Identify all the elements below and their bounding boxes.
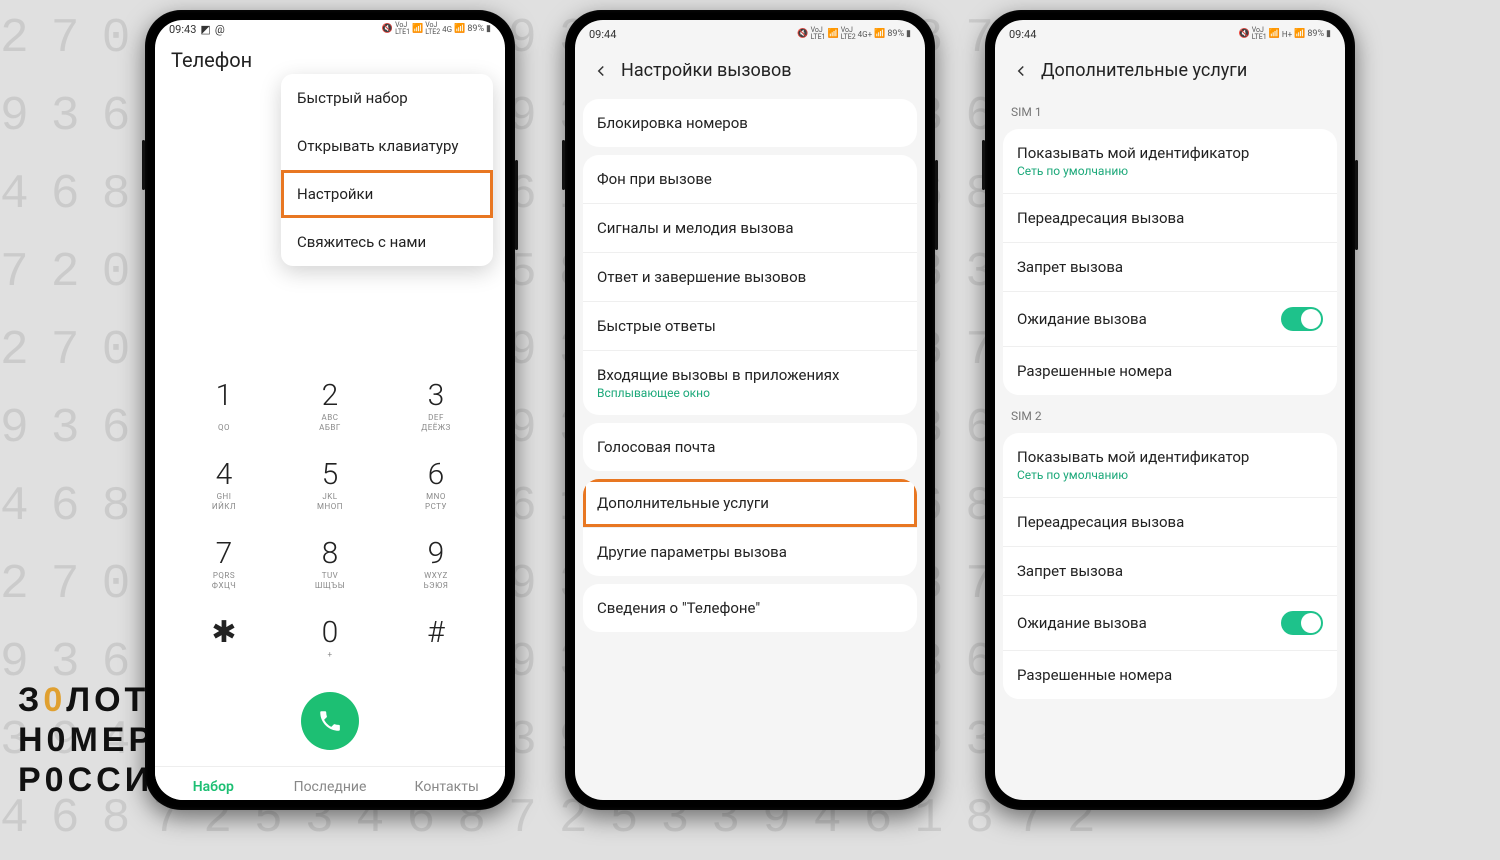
battery-icon: ▮ — [1326, 29, 1331, 39]
key-3[interactable]: 3DEFДЕЁЖЗ — [383, 372, 489, 443]
row-caller-id-sim2[interactable]: Показывать мой идентификаторСеть по умол… — [1003, 433, 1337, 497]
signal2-icon: 📶 — [454, 24, 465, 34]
page-header: Дополнительные услуги — [995, 46, 1345, 95]
row-waiting-sim1[interactable]: Ожидание вызова — [1003, 291, 1337, 346]
row-forwarding-sim1[interactable]: Переадресация вызова — [1003, 193, 1337, 242]
page-header: Настройки вызовов — [575, 46, 925, 95]
row-fixed-sim1[interactable]: Разрешенные номера — [1003, 346, 1337, 395]
row-other-call-settings[interactable]: Другие параметры вызова — [583, 527, 917, 576]
status-time: 09:44 — [1009, 28, 1036, 41]
key-4[interactable]: 4GHIИЙКЛ — [171, 451, 277, 522]
signal-icon: 📶 — [1269, 29, 1280, 39]
sim1-label: SIM 1 — [995, 95, 1345, 125]
row-barring-sim1[interactable]: Запрет вызова — [1003, 242, 1337, 291]
mute-icon: 🔇 — [1239, 29, 1250, 39]
row-supplementary-services[interactable]: Дополнительные услуги — [583, 479, 917, 527]
mute-icon: 🔇 — [797, 29, 808, 39]
bottom-tabs: Набор Последние Контакты — [155, 766, 505, 800]
menu-contact-us[interactable]: Свяжитесь с нами — [281, 218, 493, 266]
row-ringtone[interactable]: Сигналы и мелодия вызова — [583, 203, 917, 252]
chevron-left-icon — [592, 62, 610, 80]
signal-icon: 📶 — [827, 29, 838, 39]
page-title: Настройки вызовов — [621, 60, 792, 81]
phone-mockup-3: 09:44 🔇 VoJLTE1 📶 H+ 📶 89% ▮ Дополнитель… — [985, 10, 1355, 810]
phone-mockup-1: 09:43 ◩ @ 🔇 VoJLTE1 📶 VoJLTE2 4G 📶 89% ▮… — [145, 10, 515, 810]
row-answer-end[interactable]: Ответ и завершение вызовов — [583, 252, 917, 301]
page-title: Дополнительные услуги — [1041, 60, 1247, 81]
signal-icon: 📶 — [412, 24, 423, 34]
options-popup: Быстрый набор Открывать клавиатуру Настр… — [281, 74, 493, 266]
key-hash[interactable]: # — [383, 609, 489, 680]
toggle-waiting-sim1[interactable] — [1281, 307, 1323, 331]
h-icon: H+ — [1282, 30, 1292, 39]
app-title: Телефон — [155, 36, 505, 72]
status-bar: 09:44 🔇 VoJLTE1 📶 VoJLTE2 4G+ 📶 89% ▮ — [575, 20, 925, 46]
menu-speed-dial[interactable]: Быстрый набор — [281, 74, 493, 122]
volte-icon: VoJLTE1 — [395, 22, 410, 36]
row-about-phone[interactable]: Сведения о "Телефоне" — [583, 584, 917, 632]
row-voicemail[interactable]: Голосовая почта — [583, 423, 917, 471]
dial-keypad: 1 QO 2ABCАБВГ 3DEFДЕЁЖЗ 4GHIИЙКЛ 5JKLМНО… — [155, 372, 505, 766]
volte-icon: VoJLTE1 — [1252, 27, 1267, 41]
call-button[interactable] — [301, 692, 359, 750]
signal2-icon: 📶 — [1294, 29, 1305, 39]
key-6[interactable]: 6MNOРСТУ — [383, 451, 489, 522]
app-notification-icon: ◩ — [200, 23, 210, 36]
row-barring-sim2[interactable]: Запрет вызова — [1003, 546, 1337, 595]
key-2[interactable]: 2ABCАБВГ — [277, 372, 383, 443]
key-0[interactable]: 0+ — [277, 609, 383, 680]
at-icon: @ — [215, 23, 225, 36]
menu-settings[interactable]: Настройки — [281, 170, 493, 218]
battery-icon: ▮ — [486, 24, 491, 34]
row-quick-replies[interactable]: Быстрые ответы — [583, 301, 917, 350]
battery-percent: 89% — [1307, 29, 1324, 39]
status-time: 09:43 — [169, 23, 196, 36]
row-block-numbers[interactable]: Блокировка номеров — [583, 99, 917, 147]
signal2-icon: 📶 — [874, 29, 885, 39]
key-9[interactable]: 9WXYZЬЭЮЯ — [383, 530, 489, 601]
row-waiting-sim2[interactable]: Ожидание вызова — [1003, 595, 1337, 650]
tab-recent[interactable]: Последние — [272, 767, 389, 800]
4g-icon: 4G+ — [858, 30, 872, 39]
volte2-icon: VoJLTE2 — [841, 27, 856, 41]
toggle-waiting-sim2[interactable] — [1281, 611, 1323, 635]
battery-icon: ▮ — [906, 29, 911, 39]
key-1[interactable]: 1 QO — [171, 372, 277, 443]
battery-percent: 89% — [467, 24, 484, 34]
row-forwarding-sim2[interactable]: Переадресация вызова — [1003, 497, 1337, 546]
volte2-icon: VoJLTE2 — [425, 22, 440, 36]
menu-open-keyboard[interactable]: Открывать клавиатуру — [281, 122, 493, 170]
key-star[interactable]: ✱ — [171, 609, 277, 680]
status-bar: 09:43 ◩ @ 🔇 VoJLTE1 📶 VoJLTE2 4G 📶 89% ▮ — [155, 20, 505, 36]
key-8[interactable]: 8TUVШЩЪЫ — [277, 530, 383, 601]
key-5[interactable]: 5JKLМНОП — [277, 451, 383, 522]
chevron-left-icon — [1012, 62, 1030, 80]
tab-contacts[interactable]: Контакты — [388, 767, 505, 800]
status-time: 09:44 — [589, 28, 616, 41]
key-7[interactable]: 7PQRSФХЦЧ — [171, 530, 277, 601]
row-caller-id-sim1[interactable]: Показывать мой идентификаторСеть по умол… — [1003, 129, 1337, 193]
volte-icon: VoJLTE1 — [811, 27, 826, 41]
row-incoming-apps[interactable]: Входящие вызовы в приложенияхВсплывающее… — [583, 350, 917, 415]
4g-icon: 4G — [442, 25, 452, 34]
tab-dial[interactable]: Набор — [155, 767, 272, 800]
row-call-background[interactable]: Фон при вызове — [583, 155, 917, 203]
back-button[interactable] — [1011, 61, 1031, 81]
back-button[interactable] — [591, 61, 611, 81]
mute-icon: 🔇 — [382, 24, 393, 34]
status-bar: 09:44 🔇 VoJLTE1 📶 H+ 📶 89% ▮ — [995, 20, 1345, 46]
battery-percent: 89% — [887, 29, 904, 39]
sim2-label: SIM 2 — [995, 399, 1345, 429]
phone-mockup-2: 09:44 🔇 VoJLTE1 📶 VoJLTE2 4G+ 📶 89% ▮ На… — [565, 10, 935, 810]
row-fixed-sim2[interactable]: Разрешенные номера — [1003, 650, 1337, 699]
phone-icon — [317, 708, 343, 734]
